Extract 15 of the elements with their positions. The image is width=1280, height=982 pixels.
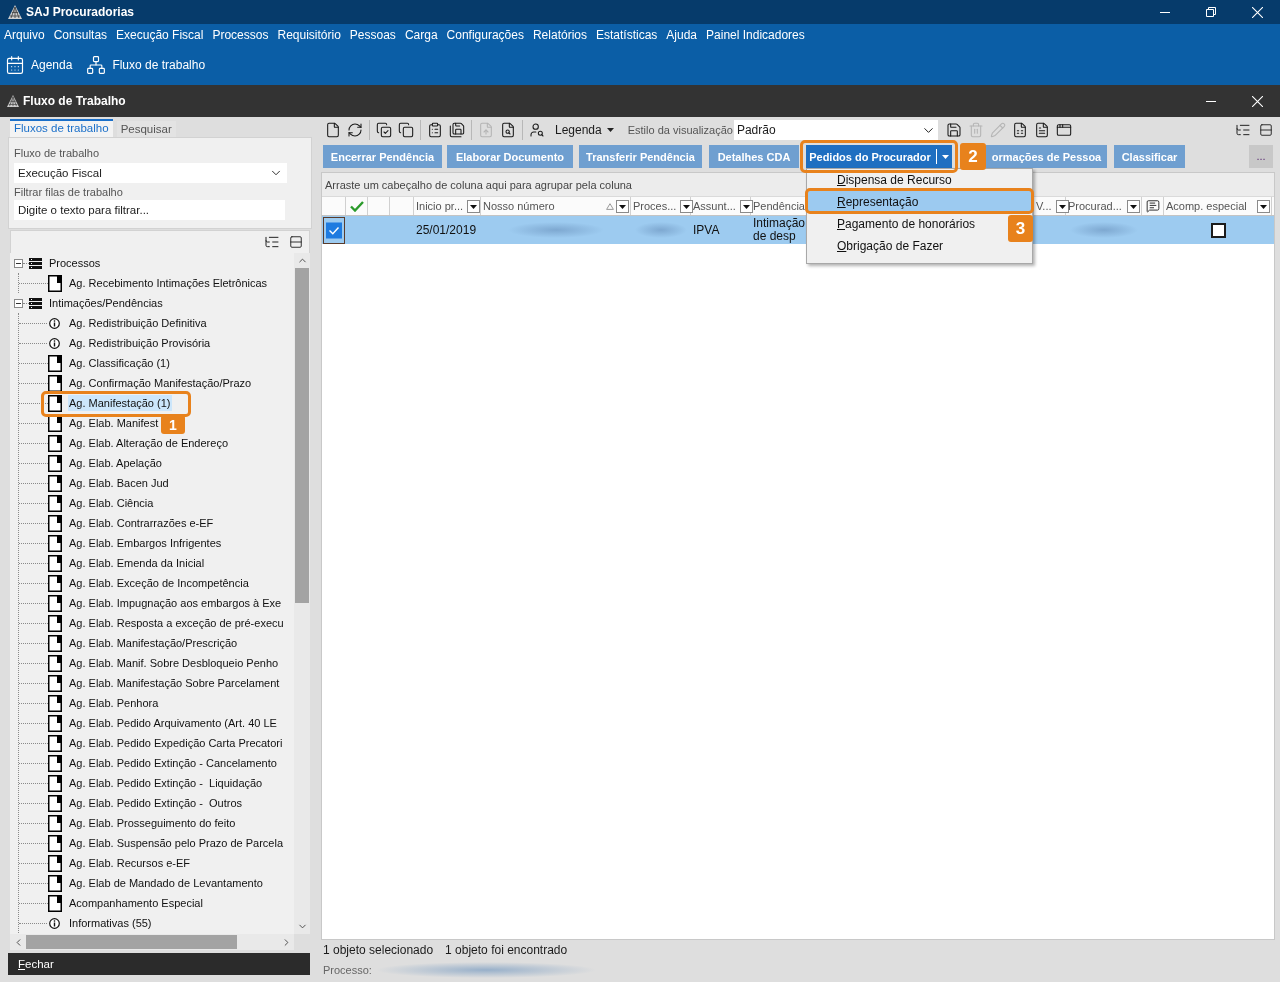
table-cell: 25/01/2019 (416, 223, 477, 237)
field-label: Fluxo de trabalho (14, 146, 99, 160)
field-label: Filtrar filas de trabalho (14, 185, 123, 199)
hint-text: Arraste um cabeçalho de coluna aqui para agrupar pela coluna (325, 178, 632, 191)
table-cell: IPVA (693, 223, 720, 237)
step-number: 1 (161, 415, 185, 434)
status-text: 1 objeto selecionado (323, 943, 434, 957)
status-label: Processo: (323, 964, 372, 976)
window-title: SAJ Procuradorias (26, 5, 135, 19)
field-label: Estilo da visualização (627, 124, 733, 136)
status-text: 1 objeto foi encontrado (445, 943, 568, 957)
table-cell-text: Intimação de desp (753, 217, 807, 243)
step-number: 2 (960, 143, 986, 170)
step-number: 3 (1008, 215, 1033, 242)
window-title: Fluxo de Trabalho (23, 94, 126, 108)
